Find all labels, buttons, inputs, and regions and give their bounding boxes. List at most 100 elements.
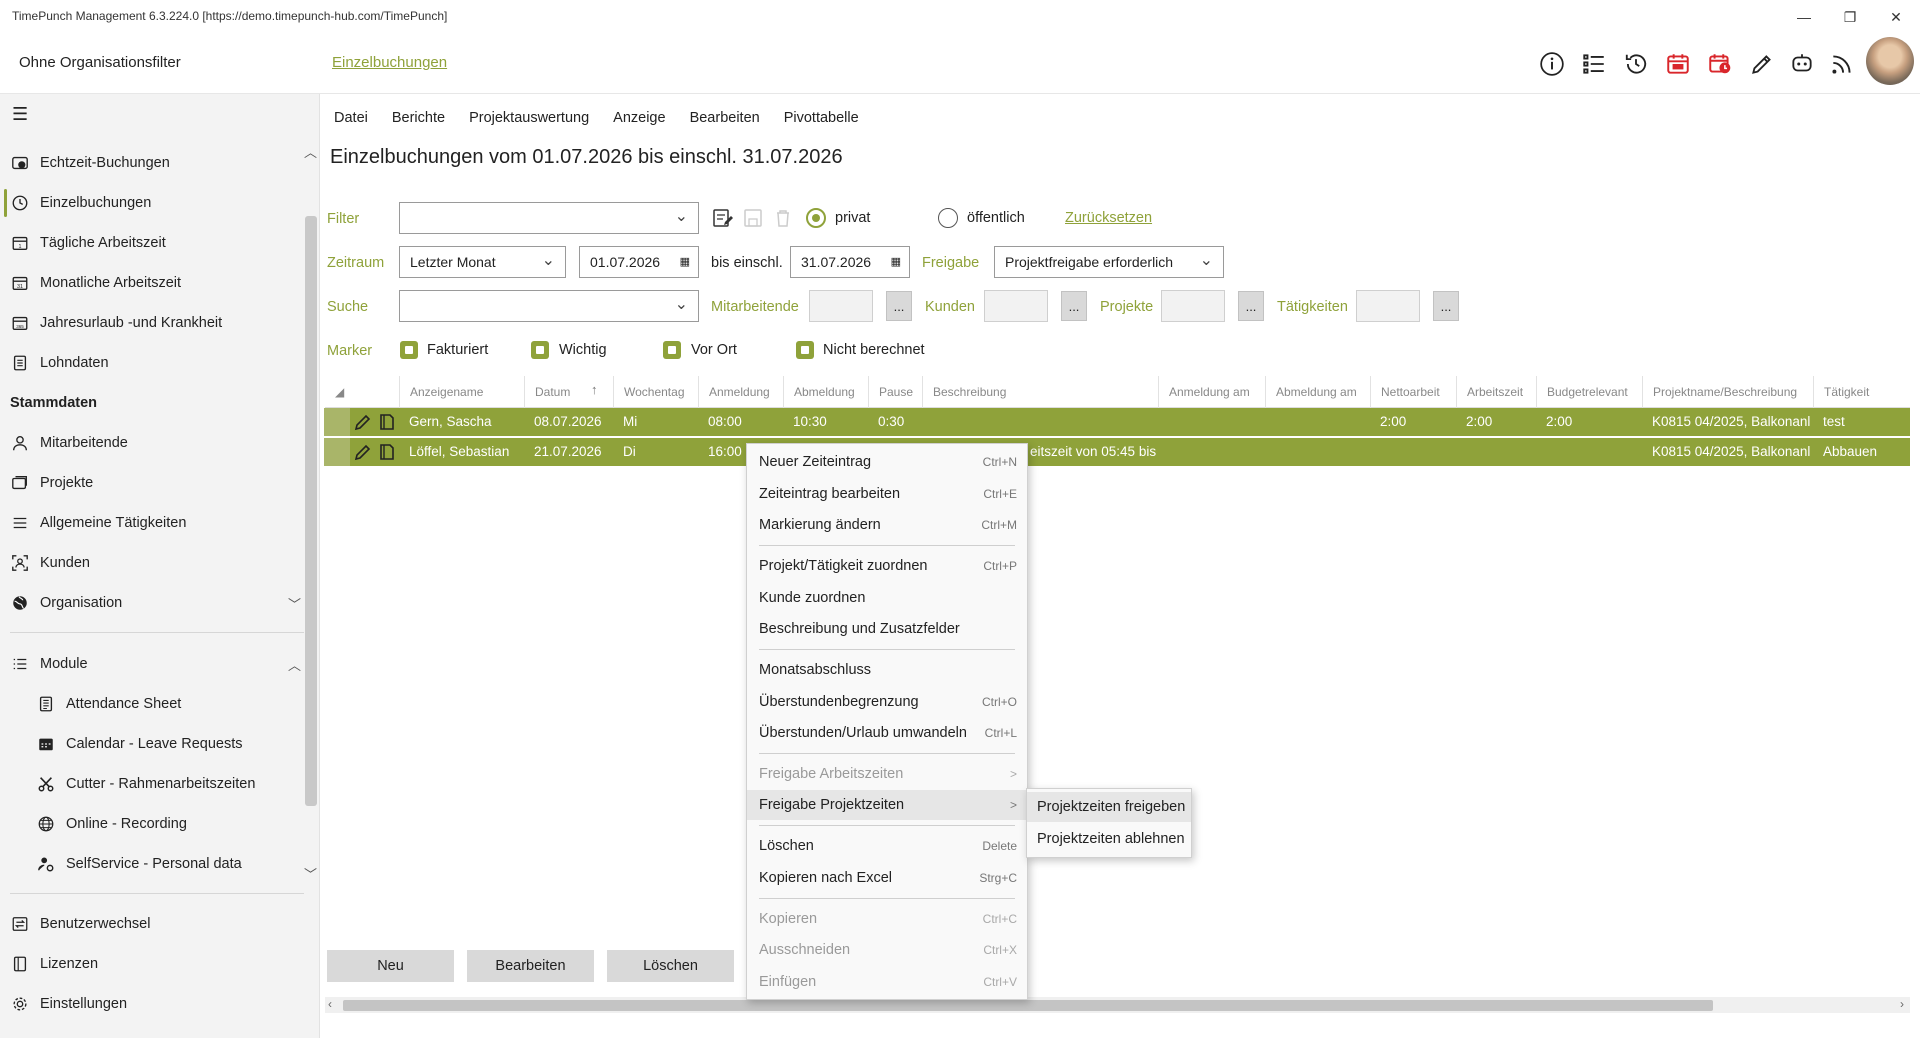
taetigkeiten-picker-button[interactable]: ... <box>1433 291 1459 321</box>
table-row[interactable]: Gern, Sascha 08.07.2026 Mi 08:00 10:30 0… <box>324 408 1910 436</box>
ctx-projekt-taetigkeit-zuordnen[interactable]: Projekt/Tätigkeit zuordnen Ctrl+P <box>747 551 1027 581</box>
avatar[interactable] <box>1866 37 1914 85</box>
org-filter[interactable]: Ohne Organisationsfilter <box>19 54 181 71</box>
col-pause[interactable]: Pause <box>868 376 922 408</box>
ctx-kunde-zuordnen[interactable]: Kunde zuordnen <box>747 583 1027 613</box>
col-abmeldung[interactable]: Abmeldung <box>783 376 868 408</box>
restore-button[interactable]: ❐ <box>1836 6 1864 28</box>
horizontal-scroll-thumb[interactable] <box>343 1000 1713 1011</box>
radio-public[interactable] <box>938 208 958 228</box>
list-icon[interactable] <box>1578 48 1610 80</box>
clock-alert-icon[interactable] <box>1704 48 1736 80</box>
scroll-right-icon[interactable]: › <box>1900 997 1904 1011</box>
ctx-ueberstundenbegrenzung[interactable]: Überstundenbegrenzung Ctrl+O <box>747 687 1027 717</box>
chevron-down-icon[interactable]: ﹀ <box>288 594 301 613</box>
row-header[interactable] <box>324 408 350 436</box>
radio-private[interactable] <box>806 208 826 228</box>
scroll-left-icon[interactable]: ‹ <box>328 997 332 1011</box>
col-projektname[interactable]: Projektname/Beschreibung <box>1642 376 1813 408</box>
rss-icon[interactable] <box>1826 48 1858 80</box>
col-anzeigename[interactable]: Anzeigename <box>399 376 499 408</box>
history-icon[interactable] <box>1620 48 1652 80</box>
sidebar-item-mitarbeitende[interactable]: Mitarbeitende <box>10 428 128 458</box>
projekte-picker-button[interactable]: ... <box>1238 291 1264 321</box>
sidebar-item-einzelbuchungen[interactable]: Einzelbuchungen <box>10 188 151 218</box>
edit-button[interactable]: Bearbeiten <box>467 950 594 982</box>
row-header[interactable] <box>324 438 350 466</box>
note-row-icon[interactable] <box>377 442 397 462</box>
sidebar-item-online-recording[interactable]: Online - Recording <box>36 809 187 839</box>
ctx-beschreibung-zusatzfelder[interactable]: Beschreibung und Zusatzfelder <box>747 614 1027 644</box>
freigabe-dropdown[interactable]: Projektfreigabe erforderlich <box>994 246 1224 278</box>
sidebar-item-monatliche-arbeitszeit[interactable]: 31 Monatliche Arbeitszeit <box>10 268 181 298</box>
hamburger-icon[interactable]: ☰ <box>12 104 28 125</box>
pencil-icon[interactable] <box>1746 48 1778 80</box>
col-abmeldung-am[interactable]: Abmeldung am <box>1265 376 1370 408</box>
menu-projektauswertung[interactable]: Projektauswertung <box>469 110 589 126</box>
minimize-button[interactable]: — <box>1790 6 1818 28</box>
close-button[interactable]: ✕ <box>1882 6 1910 28</box>
scroll-down-icon[interactable]: ﹀ <box>304 864 317 883</box>
sidebar-item-lizenzen[interactable]: Lizenzen <box>10 949 98 979</box>
sidebar-item-organisation[interactable]: Organisation <box>10 588 122 618</box>
menu-anzeige[interactable]: Anzeige <box>613 110 665 126</box>
ctx-loeschen[interactable]: Löschen Delete <box>747 831 1027 861</box>
col-budgetrelevant[interactable]: Budgetrelevant <box>1536 376 1642 408</box>
calendar-alert-icon[interactable] <box>1662 48 1694 80</box>
col-taetigkeit[interactable]: Tätigkeit <box>1813 376 1910 408</box>
ctx-markierung-aendern[interactable]: Markierung ändern Ctrl+M <box>747 510 1027 540</box>
edit-row-icon[interactable] <box>353 412 373 432</box>
col-nettoarbeit[interactable]: Nettoarbeit <box>1370 376 1456 408</box>
delete-button[interactable]: Löschen <box>607 950 734 982</box>
calendar-icon[interactable]: ▦ <box>891 255 901 268</box>
sub-projektzeiten-ablehnen[interactable]: Projektzeiten ablehnen <box>1027 824 1191 854</box>
sidebar-item-taegliche-arbeitszeit[interactable]: 1 Tägliche Arbeitszeit <box>10 228 166 258</box>
sidebar-item-cutter[interactable]: Cutter - Rahmenarbeitszeiten <box>36 769 255 799</box>
col-beschreibung[interactable]: Beschreibung <box>922 376 1154 408</box>
sidebar-item-echtzeit-buchungen[interactable]: Echtzeit-Buchungen <box>10 148 170 178</box>
search-input[interactable] <box>399 290 699 322</box>
filter-dropdown[interactable] <box>399 202 699 234</box>
menu-datei[interactable]: Datei <box>334 110 368 126</box>
col-arbeitszeit[interactable]: Arbeitszeit <box>1456 376 1536 408</box>
table-row[interactable]: Löffel, Sebastian 21.07.2026 Di 16:00 ei… <box>324 438 1910 466</box>
marker-nicht-berechnet-checkbox[interactable] <box>796 341 814 359</box>
select-all-corner[interactable]: ◢ <box>325 376 351 408</box>
sidebar-item-lohndaten[interactable]: Lohndaten <box>10 348 109 378</box>
menu-pivottabelle[interactable]: Pivottabelle <box>784 110 859 126</box>
sidebar-item-selfservice[interactable]: SelfService - Personal data <box>36 849 242 879</box>
reset-link[interactable]: Zurücksetzen <box>1065 210 1152 226</box>
sub-projektzeiten-freigeben[interactable]: Projektzeiten freigeben <box>1027 792 1191 822</box>
col-anmeldung-am[interactable]: Anmeldung am <box>1158 376 1265 408</box>
new-button[interactable]: Neu <box>327 950 454 982</box>
marker-vor-ort-checkbox[interactable] <box>663 341 681 359</box>
note-row-icon[interactable] <box>377 412 397 432</box>
ctx-freigabe-projektzeiten[interactable]: Freigabe Projektzeiten > <box>747 790 1027 820</box>
sidebar-item-allgemeine-taetigkeiten[interactable]: Allgemeine Tätigkeiten <box>10 508 186 538</box>
sidebar-item-calendar-leave-requests[interactable]: Calendar - Leave Requests <box>36 729 243 759</box>
sidebar-item-einstellungen[interactable]: Einstellungen <box>10 989 127 1019</box>
sidebar-item-jahresurlaub[interactable]: 365 Jahresurlaub -und Krankheit <box>10 308 222 338</box>
sidebar-item-kunden[interactable]: Kunden <box>10 548 90 578</box>
ctx-neuer-zeiteintrag[interactable]: Neuer Zeiteintrag Ctrl+N <box>747 447 1027 477</box>
chevron-up-icon[interactable]: ︿ <box>288 655 301 674</box>
menu-bearbeiten[interactable]: Bearbeiten <box>690 110 760 126</box>
sidebar-item-attendance-sheet[interactable]: Attendance Sheet <box>36 689 181 719</box>
date-to-field[interactable]: 31.07.2026 ▦ <box>790 246 910 278</box>
breadcrumb[interactable]: Einzelbuchungen <box>332 54 447 71</box>
marker-wichtig-checkbox[interactable] <box>531 341 549 359</box>
col-wochentag[interactable]: Wochentag <box>613 376 698 408</box>
sidebar-item-projekte[interactable]: Projekte <box>10 468 93 498</box>
ctx-kopieren-nach-excel[interactable]: Kopieren nach Excel Strg+C <box>747 863 1027 893</box>
mitarbeitende-picker-button[interactable]: ... <box>886 291 912 321</box>
date-from-field[interactable]: 01.07.2026 ▦ <box>579 246 699 278</box>
calendar-icon[interactable]: ▦ <box>680 255 690 268</box>
robot-icon[interactable] <box>1786 48 1818 80</box>
zeitraum-dropdown[interactable]: Letzter Monat <box>399 246 566 278</box>
edit-filter-icon[interactable] <box>712 207 734 229</box>
edit-row-icon[interactable] <box>353 442 373 462</box>
sidebar-item-benutzerwechsel[interactable]: Benutzerwechsel <box>10 909 150 939</box>
info-icon[interactable] <box>1536 48 1568 80</box>
marker-fakturiert-checkbox[interactable] <box>400 341 418 359</box>
menu-berichte[interactable]: Berichte <box>392 110 445 126</box>
